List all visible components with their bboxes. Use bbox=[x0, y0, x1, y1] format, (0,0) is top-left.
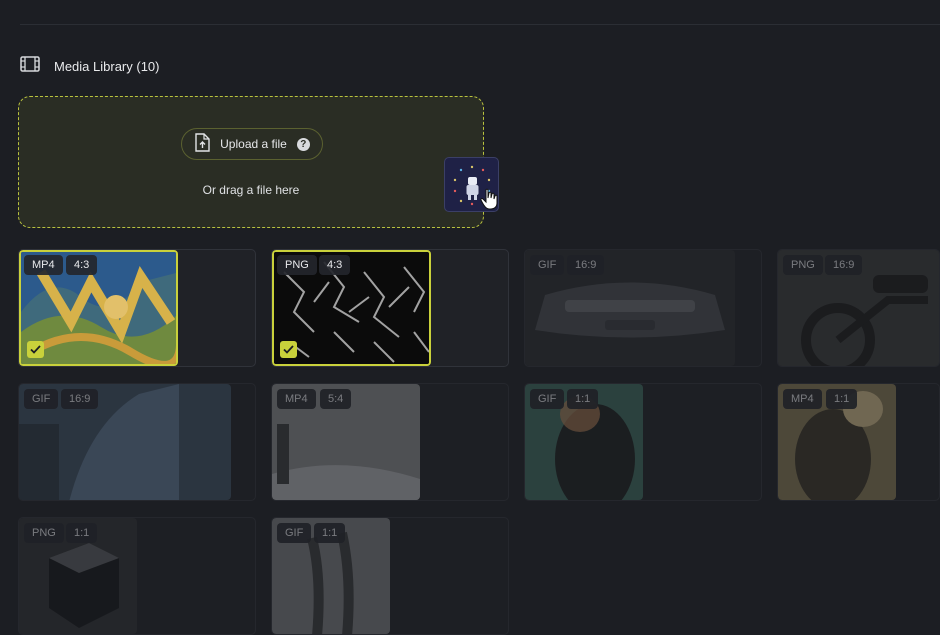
media-card[interactable]: GIF 1:1 bbox=[524, 383, 762, 501]
ratio-tag: 1:1 bbox=[567, 389, 599, 409]
format-tag: MP4 bbox=[24, 255, 63, 275]
media-library-header: Media Library (10) bbox=[20, 55, 160, 77]
ratio-tag: 4:3 bbox=[319, 255, 351, 275]
drag-hint: Or drag a file here bbox=[202, 183, 300, 197]
dragged-file-thumbnail[interactable] bbox=[444, 157, 499, 212]
format-tag: PNG bbox=[277, 255, 317, 275]
media-card[interactable]: MP4 4:3 bbox=[18, 249, 256, 367]
ratio-tag: 5:4 bbox=[320, 389, 352, 409]
ratio-tag: 1:1 bbox=[314, 523, 346, 543]
selected-check-icon[interactable] bbox=[27, 341, 44, 358]
ratio-tag: 4:3 bbox=[66, 255, 98, 275]
format-tag: GIF bbox=[530, 389, 565, 409]
format-tag: MP4 bbox=[783, 389, 822, 409]
ratio-tag: 16:9 bbox=[825, 255, 863, 275]
format-tag: PNG bbox=[24, 523, 64, 543]
selected-check-icon[interactable] bbox=[280, 341, 297, 358]
upload-dropzone[interactable]: Upload a file ? Or drag a file here bbox=[18, 96, 484, 228]
format-tag: PNG bbox=[783, 255, 823, 275]
format-tag: MP4 bbox=[277, 389, 316, 409]
format-tag: GIF bbox=[277, 523, 312, 543]
media-card[interactable]: GIF 16:9 bbox=[524, 249, 762, 367]
ratio-tag: 16:9 bbox=[567, 255, 605, 275]
ratio-tag: 1:1 bbox=[826, 389, 858, 409]
media-card[interactable]: PNG 16:9 bbox=[777, 249, 940, 367]
media-card[interactable]: MP4 1:1 bbox=[777, 383, 940, 501]
media-card[interactable]: GIF 1:1 bbox=[271, 517, 509, 635]
ratio-tag: 16:9 bbox=[61, 389, 99, 409]
upload-file-icon bbox=[194, 133, 210, 155]
media-library-title: Media Library (10) bbox=[54, 58, 160, 74]
media-card[interactable]: PNG 4:3 bbox=[271, 249, 509, 367]
upload-file-button[interactable]: Upload a file ? bbox=[181, 128, 323, 160]
upload-file-label: Upload a file bbox=[220, 137, 287, 151]
top-divider bbox=[20, 24, 940, 25]
format-tag: GIF bbox=[24, 389, 59, 409]
film-icon bbox=[20, 55, 40, 77]
hand-cursor-icon bbox=[480, 188, 498, 215]
format-tag: GIF bbox=[530, 255, 565, 275]
media-card[interactable]: MP4 5:4 bbox=[271, 383, 509, 501]
media-card[interactable]: GIF 16:9 bbox=[18, 383, 256, 501]
help-icon[interactable]: ? bbox=[296, 137, 310, 151]
ratio-tag: 1:1 bbox=[66, 523, 98, 543]
media-card[interactable]: PNG 1:1 bbox=[18, 517, 256, 635]
